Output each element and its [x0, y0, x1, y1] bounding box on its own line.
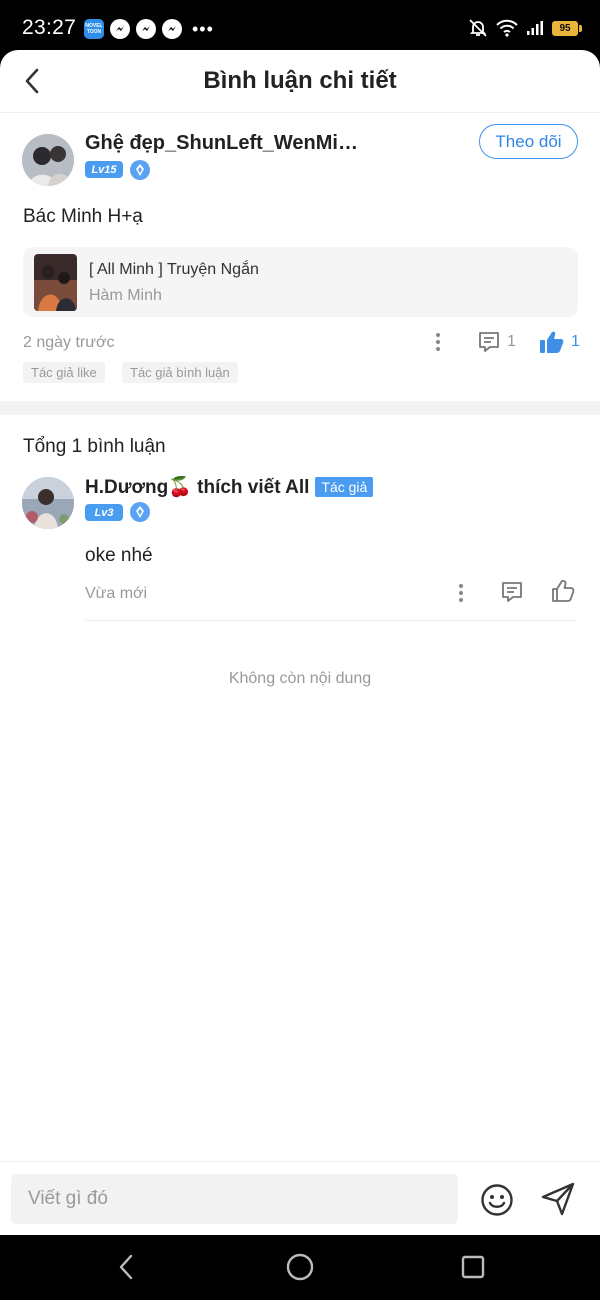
novel-app-icon: NOVEL TOON [84, 19, 104, 39]
post-author-name[interactable]: Ghệ đẹp_ShunLeft_WenMing... [85, 132, 365, 155]
comment-divider [85, 620, 577, 621]
comment-icon [502, 582, 522, 602]
comment-detail-screen: Bình luận chi tiết Ghệ đẹp_ShunLeft_WenM… [0, 50, 600, 1235]
thumbs-up-icon [552, 579, 575, 602]
header: Bình luận chi tiết [0, 50, 600, 113]
nav-back-icon [119, 1254, 133, 1280]
notification-icons: NOVEL TOON ••• [84, 19, 214, 39]
story-cover-image [34, 254, 77, 311]
level-badge: Lv15 [85, 161, 123, 178]
end-of-content: Không còn nội dung [228, 670, 372, 687]
system-nav-bar [0, 1235, 600, 1300]
system-icons: 95 [468, 18, 582, 38]
wifi-icon [496, 19, 518, 37]
nav-recents-button[interactable] [457, 1251, 489, 1283]
comment-author-avatar[interactable] [22, 477, 74, 529]
battery-icon: 95 [552, 20, 582, 36]
story-author: Hàm Minh [89, 287, 162, 304]
tag-author-comment: Tác giả bình luận [122, 362, 238, 383]
comment-header: H.Dương🍒 thích viết All Tác giả [85, 475, 374, 499]
post-like-button[interactable]: 1 [539, 330, 580, 354]
level-badge: Lv3 [85, 504, 123, 521]
messenger-icon [162, 19, 182, 39]
post-time: 2 ngày trước [23, 334, 115, 351]
more-notifications-icon: ••• [192, 19, 214, 39]
story-title: [ All Minh ] Truyện Ngắn [89, 261, 259, 278]
send-icon [541, 1182, 575, 1216]
comment-input[interactable] [11, 1174, 458, 1224]
nav-home-button[interactable] [284, 1251, 316, 1283]
medal-icon [130, 502, 150, 522]
page-title: Bình luận chi tiết [203, 67, 397, 94]
comment-reply-button[interactable] [500, 580, 524, 604]
medal-icon [130, 160, 150, 180]
comment-time: Vừa mới [85, 585, 148, 602]
more-vertical-icon [459, 584, 463, 602]
like-count: 1 [571, 333, 580, 350]
messenger-icon [110, 19, 130, 39]
thumbs-up-icon [540, 331, 564, 353]
comment-input-bar [0, 1161, 600, 1235]
comment-icon [479, 332, 499, 352]
tag-author-like: Tác giả like [23, 362, 105, 383]
linked-story-card[interactable]: [ All Minh ] Truyện Ngắn Hàm Minh [23, 247, 578, 317]
emoji-icon [481, 1184, 513, 1216]
nav-home-icon [286, 1253, 314, 1281]
nav-back-button[interactable] [110, 1251, 142, 1283]
emoji-button[interactable] [480, 1183, 514, 1217]
status-time: 23:27 [22, 16, 77, 39]
nav-recents-icon [461, 1255, 485, 1279]
comment-more-button[interactable] [449, 579, 473, 607]
post-text: Bác Minh H+ạ [23, 206, 143, 227]
comment-text: oke nhé [85, 545, 153, 566]
messenger-icon [136, 19, 156, 39]
post-reply-button[interactable]: 1 [477, 330, 516, 354]
comments-total: Tổng 1 bình luận [23, 436, 166, 457]
mute-bell-icon [469, 19, 487, 37]
post-more-button[interactable] [426, 328, 450, 356]
reply-count: 1 [507, 333, 516, 350]
comment-author-name[interactable]: H.Dương🍒 thích viết All [85, 475, 309, 499]
send-button[interactable] [540, 1181, 576, 1217]
signal-icon [527, 21, 543, 35]
post-author-avatar[interactable] [22, 134, 74, 186]
comment-like-button[interactable] [551, 579, 575, 603]
follow-button[interactable]: Theo dõi [479, 124, 578, 159]
section-divider [0, 401, 600, 415]
more-vertical-icon [436, 333, 440, 351]
author-tag-badge: Tác giả [315, 477, 374, 497]
